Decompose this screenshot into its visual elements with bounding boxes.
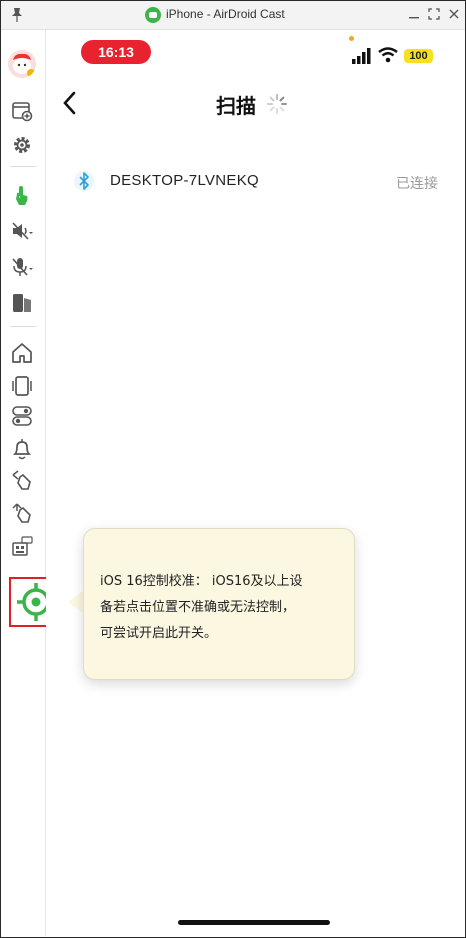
tooltip-line: iOS 16控制校准： iOS16及以上设: [100, 574, 303, 589]
status-time: 16:13: [81, 40, 151, 64]
mic-mute-icon[interactable]: [11, 256, 33, 278]
forward-gesture-icon[interactable]: [11, 502, 33, 524]
tooltip-text: iOS 16控制校准： iOS16及以上设 备若点击位置不准确或无法控制， 可尝…: [100, 569, 344, 647]
avatar[interactable]: [8, 50, 36, 78]
window-title: iPhone - AirDroid Cast: [166, 7, 285, 21]
battery-level: 100: [404, 49, 433, 63]
toggle-icon[interactable]: [11, 405, 33, 427]
close-icon[interactable]: [447, 7, 461, 21]
settings-icon[interactable]: [11, 134, 33, 156]
screen-add-icon[interactable]: [11, 100, 33, 122]
sidebar-divider: [10, 326, 36, 327]
fullscreen-icon[interactable]: [427, 7, 441, 21]
home-indicator[interactable]: [178, 920, 330, 925]
back-chevron-icon[interactable]: [60, 90, 80, 116]
tooltip-arrow: [68, 590, 84, 614]
keyboard-icon[interactable]: [11, 535, 33, 557]
device-name[interactable]: DESKTOP-7LVNEKQ: [110, 172, 259, 189]
mic-indicator-dot: [349, 36, 354, 41]
tooltip-line: 可尝试开启此开关。: [100, 626, 218, 641]
minimize-icon[interactable]: [407, 7, 421, 21]
home-icon[interactable]: [11, 342, 33, 364]
cellular-signal-icon: [352, 48, 371, 64]
bell-icon[interactable]: [11, 438, 33, 460]
pin-icon[interactable]: [9, 7, 25, 23]
back-gesture-icon[interactable]: [11, 469, 33, 491]
volume-mute-icon[interactable]: [11, 220, 33, 242]
wifi-icon: [378, 47, 398, 63]
sidebar-divider: [10, 166, 36, 167]
airdroid-logo-icon: [145, 7, 161, 23]
device-status: 已连接: [396, 176, 438, 192]
page-title: 扫描: [216, 94, 256, 118]
phone-screen[interactable]: [46, 30, 464, 936]
bluetooth-icon: [74, 171, 94, 191]
title-bar: iPhone - AirDroid Cast: [1, 1, 465, 30]
calibration-tooltip: iOS 16控制校准： iOS16及以上设 备若点击位置不准确或无法控制， 可尝…: [83, 528, 355, 680]
tooltip-line: 备若点击位置不准确或无法控制，: [100, 600, 296, 615]
touch-control-icon[interactable]: [11, 184, 33, 206]
loading-spinner-icon: [267, 94, 287, 114]
rotate-icon[interactable]: [11, 375, 33, 397]
screen-copy-icon[interactable]: [11, 292, 33, 314]
